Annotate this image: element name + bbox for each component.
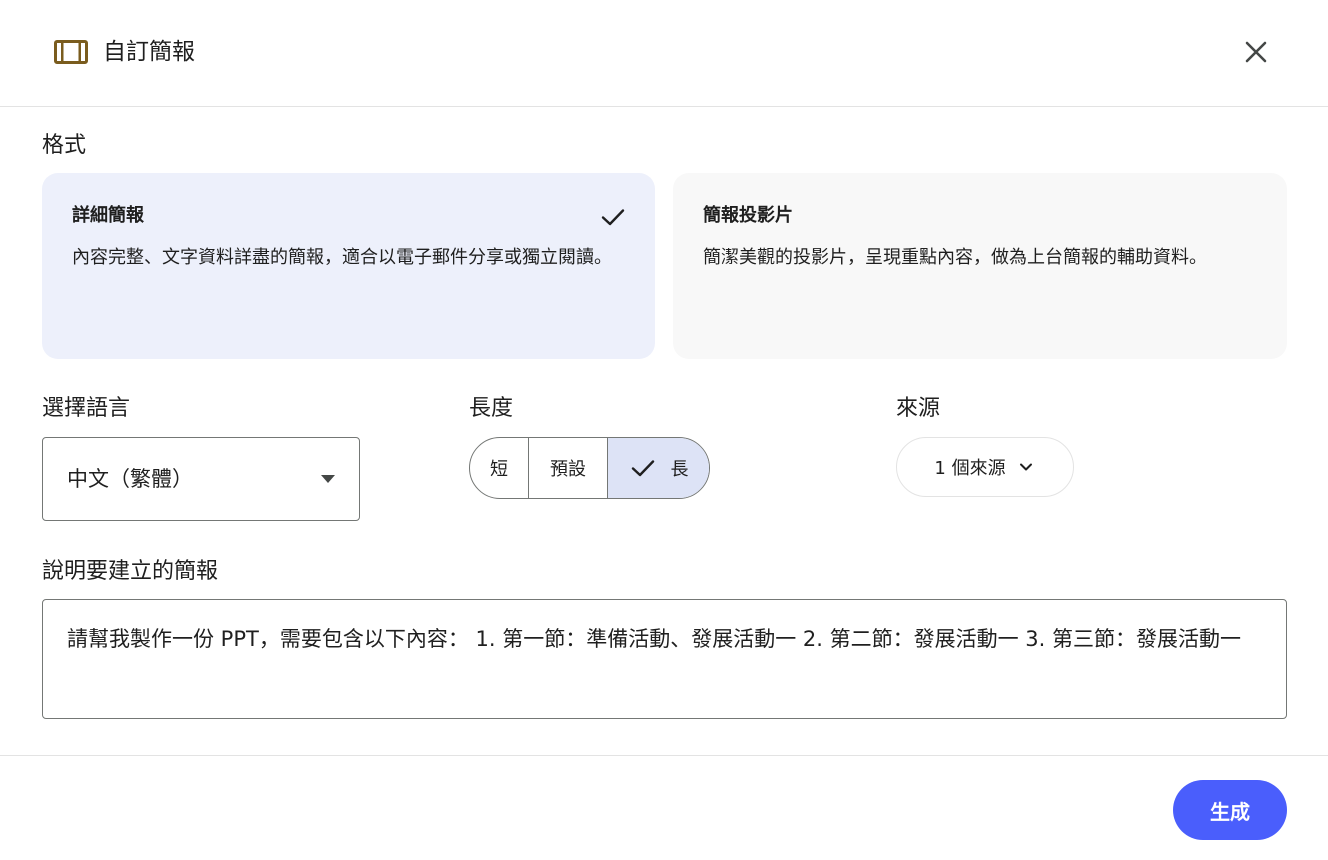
- slides-frame-icon: [54, 40, 88, 64]
- language-label: 選擇語言: [42, 396, 131, 421]
- format-card-detailed[interactable]: 詳細簡報 內容完整、文字資料詳盡的簡報，適合以電子郵件分享或獨立閱讀。: [42, 173, 655, 359]
- length-label: 長度: [469, 396, 514, 421]
- footer-divider: [0, 755, 1328, 756]
- checkmark-icon: [631, 460, 654, 477]
- language-selected-value: 中文（繁體）: [67, 467, 193, 491]
- length-option-short[interactable]: 短: [470, 438, 528, 498]
- format-card-title: 詳細簡報: [72, 205, 144, 226]
- dialog-header: 自訂簡報: [0, 0, 1328, 107]
- dropdown-arrow-icon: [321, 475, 335, 483]
- format-card-description: 內容完整、文字資料詳盡的簡報，適合以電子郵件分享或獨立閱讀。: [72, 247, 612, 268]
- format-card-description: 簡潔美觀的投影片，呈現重點內容，做為上台簡報的輔助資料。: [703, 247, 1207, 268]
- chevron-down-icon: [1019, 463, 1032, 471]
- format-card-title: 簡報投影片: [703, 205, 793, 226]
- length-segmented-control: 短 預設 長: [469, 437, 710, 499]
- format-card-slides[interactable]: 簡報投影片 簡潔美觀的投影片，呈現重點內容，做為上台簡報的輔助資料。: [673, 173, 1287, 359]
- source-dropdown-button[interactable]: 1 個來源: [896, 437, 1074, 497]
- length-option-default[interactable]: 預設: [528, 438, 607, 498]
- source-label: 來源: [896, 396, 941, 421]
- custom-presentation-dialog: 自訂簡報 格式 詳細簡報 內容完整、文字資料詳盡的簡報，適合以電子郵件分享或獨立…: [0, 0, 1328, 860]
- length-option-long-label: 長: [670, 459, 689, 480]
- close-icon[interactable]: [1236, 32, 1276, 72]
- description-textarea[interactable]: 請幫我製作一份 PPT，需要包含以下內容： 1. 第一節：準備活動、發展活動一 …: [42, 599, 1287, 719]
- length-option-long[interactable]: 長: [607, 438, 709, 498]
- language-select[interactable]: 中文（繁體）: [42, 437, 360, 521]
- generate-button[interactable]: 生成: [1173, 780, 1287, 840]
- dialog-title: 自訂簡報: [103, 39, 195, 65]
- description-label: 說明要建立的簡報: [42, 559, 219, 584]
- source-count-label: 1 個來源: [934, 458, 1006, 479]
- checkmark-icon: [601, 209, 625, 226]
- format-label: 格式: [42, 133, 87, 158]
